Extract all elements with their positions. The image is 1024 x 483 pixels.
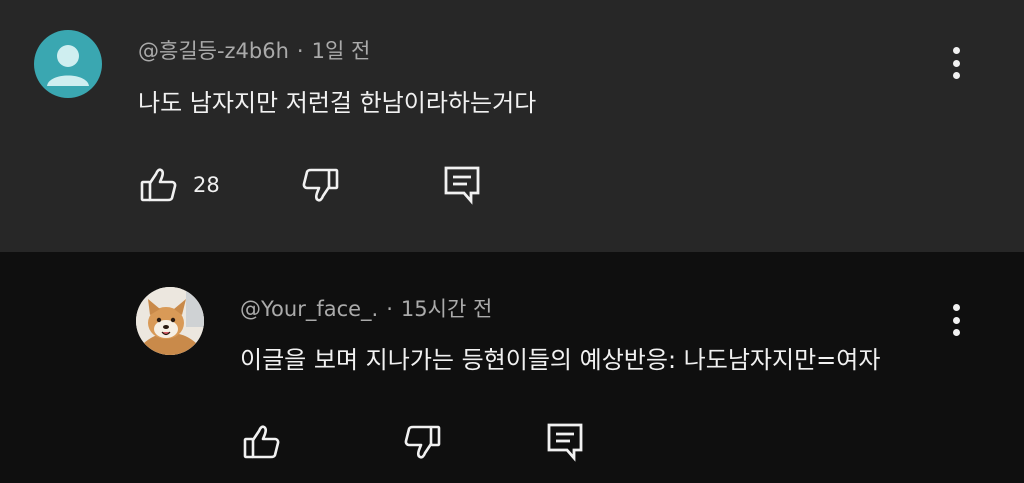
reply-dislike-button[interactable]	[400, 420, 444, 464]
more-vertical-icon[interactable]	[946, 43, 966, 83]
reply-meta: @Your_face_. · 15시간 전	[240, 293, 492, 323]
comment-thread-top: @흥길등-z4b6h · 1일 전 나도 남자지만 저런걸 한남이라하는거다 28	[0, 0, 1024, 252]
more-vertical-icon[interactable]	[946, 300, 966, 340]
thumbs-up-icon	[140, 168, 177, 202]
comment-meta: @흥길등-z4b6h · 1일 전	[138, 35, 370, 65]
meta-separator: ·	[386, 297, 393, 321]
like-button[interactable]	[137, 163, 181, 207]
reply-reply-button[interactable]	[543, 419, 587, 463]
meta-separator: ·	[296, 39, 304, 63]
like-count: 28	[193, 173, 220, 197]
thumbs-down-icon	[404, 425, 441, 459]
comment-time: 1일 전	[311, 39, 371, 63]
thumbs-down-icon	[302, 168, 339, 202]
reply-author[interactable]: @Your_face_.	[240, 297, 378, 321]
comment-author[interactable]: @흥길등-z4b6h	[138, 39, 289, 63]
thumbs-up-icon	[243, 425, 280, 459]
reply-like-button[interactable]	[240, 420, 284, 464]
reply-button[interactable]	[440, 162, 484, 206]
reply-comment-icon	[547, 423, 583, 462]
reply-time: 15시간 전	[400, 297, 493, 321]
comment-text: 나도 남자지만 저런걸 한남이라하는거다	[138, 89, 537, 117]
default-person-avatar[interactable]	[34, 30, 102, 98]
dislike-button[interactable]	[298, 163, 342, 207]
reply-text: 이글을 보며 지나가는 등현이들의 예상반응: 나도남자지만=여자	[240, 346, 881, 374]
reply-comment-icon	[444, 166, 480, 205]
shiba-dog-avatar[interactable]	[136, 287, 204, 355]
